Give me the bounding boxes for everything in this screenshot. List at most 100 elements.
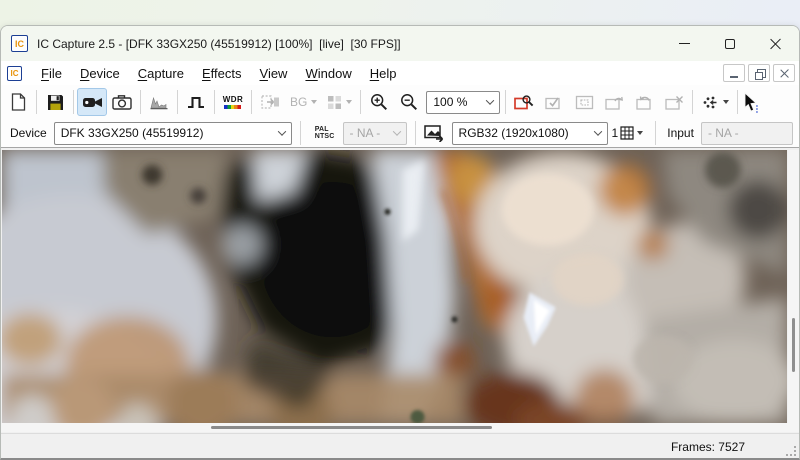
zoom-level-value: 100 % [433,95,467,109]
zoom-level-combo[interactable]: 100 % [426,91,500,114]
roi-zoom-select-button[interactable] [509,88,539,116]
roi-center-icon [575,95,594,110]
device-properties-dropdown[interactable] [696,88,734,116]
menu-help[interactable]: Help [361,64,406,83]
zoom-in-icon [370,93,388,111]
layout-grid-icon [327,95,342,110]
roi-zoom-icon [514,94,534,110]
menu-effects[interactable]: Effects [193,64,251,83]
fit-image-icon [261,94,280,110]
dropdown-arrow-icon [723,100,729,104]
app-window: IC IC Capture 2.5 - [DFK 33GX250 (455199… [0,25,800,460]
dropdown-arrow-icon [346,100,352,104]
chevron-down-icon [593,127,601,135]
binning-grid-icon [620,126,634,140]
close-button[interactable] [753,26,799,61]
wdr-label: WDR [223,96,244,104]
vertical-scrollbar[interactable] [788,150,799,424]
roi-undo-button[interactable] [629,88,659,116]
video-format-combo[interactable]: RGB32 (1920x1080) [452,122,608,145]
live-display-toggle-button[interactable] [77,88,107,116]
pal-text: PAL [315,126,329,133]
app-icon: IC [11,35,28,52]
chevron-down-icon [486,96,494,104]
roi-apply-button[interactable] [539,88,569,116]
menu-bar: IC File Device Capture Effects View Wind… [1,61,799,85]
snap-image-button[interactable] [107,88,137,116]
status-bar: Frames: 7527 [1,433,799,459]
roi-restore-button[interactable] [599,88,629,116]
menu-window[interactable]: Window [296,64,360,83]
new-document-button[interactable] [3,88,33,116]
maximize-icon [725,39,735,49]
menu-capture[interactable]: Capture [129,64,193,83]
input-combo-value: - NA - [708,126,739,140]
minimize-button[interactable] [661,26,707,61]
zoom-in-button[interactable] [364,88,394,116]
video-camera-icon [82,95,103,110]
roi-restore-icon [605,95,624,110]
save-button[interactable] [40,88,70,116]
trigger-pulse-icon [187,96,205,109]
input-combo: - NA - [701,122,793,145]
live-video-frame [2,150,787,424]
roi-delete-button[interactable] [659,88,689,116]
zoom-out-button[interactable] [394,88,424,116]
maximize-button[interactable] [707,26,753,61]
dropdown-arrow-icon [311,100,317,104]
resize-grip[interactable] [786,446,796,456]
binning-dropdown[interactable]: 1 [612,126,644,140]
mouse-pointer-icon [743,92,759,113]
main-toolbar: WDR BG 100 % [1,85,799,119]
video-format-value: RGB32 (1920x1080) [459,126,569,140]
mouse-cursor [743,92,759,113]
mdi-child-icon: IC [7,66,22,81]
chevron-down-icon [392,127,400,135]
device-combo[interactable]: DFK 33GX250 (45519912) [54,122,292,145]
profile-path-icon [701,95,719,110]
vertical-scrollbar-thumb[interactable] [792,318,795,372]
horizontal-scrollbar-thumb[interactable] [211,426,492,429]
menu-view[interactable]: View [251,64,297,83]
mdi-close-icon [780,69,789,78]
mdi-close-button[interactable] [773,64,795,82]
photo-camera-icon [112,94,132,110]
ntsc-text: NTSC [315,133,335,140]
video-norm-value: - NA - [350,126,381,140]
video-norm-icon: PAL NTSC [315,126,335,140]
title-bar: IC IC Capture 2.5 - [DFK 33GX250 (455199… [1,26,799,61]
horizontal-scrollbar[interactable] [1,423,799,432]
wdr-rainbow-icon [224,105,241,109]
histogram-icon [150,95,168,110]
roi-apply-icon [545,95,564,110]
background-color-dropdown[interactable]: BG [285,88,322,116]
zoom-out-icon [400,93,418,111]
dropdown-arrow-icon [637,131,643,135]
mdi-restore-button[interactable] [748,64,770,82]
roi-center-button[interactable] [569,88,599,116]
close-icon [770,38,782,50]
roi-delete-icon [665,95,684,110]
video-format-icon [424,125,446,142]
trigger-mode-button[interactable] [181,88,211,116]
bg-label: BG [290,95,307,109]
menu-file[interactable]: File [32,64,71,83]
mdi-restore-icon [755,69,764,78]
device-label: Device [10,126,47,140]
video-norm-combo: - NA - [343,122,407,145]
mdi-minimize-button[interactable] [723,64,745,82]
minimize-icon [679,43,690,44]
layout-dropdown[interactable] [322,88,357,116]
histogram-button[interactable] [144,88,174,116]
roi-undo-icon [635,95,654,110]
device-bar: Device DFK 33GX250 (45519912) PAL NTSC -… [1,119,799,147]
menu-device[interactable]: Device [71,64,129,83]
binning-value: 1 [612,126,619,140]
wdr-button[interactable]: WDR [218,88,248,116]
chevron-down-icon [277,127,285,135]
live-video-viewport [1,147,799,433]
new-document-icon [10,93,26,111]
window-title: IC Capture 2.5 - [DFK 33GX250 (45519912)… [37,37,661,51]
fit-image-button[interactable] [255,88,285,116]
device-combo-value: DFK 33GX250 (45519912) [61,126,204,140]
